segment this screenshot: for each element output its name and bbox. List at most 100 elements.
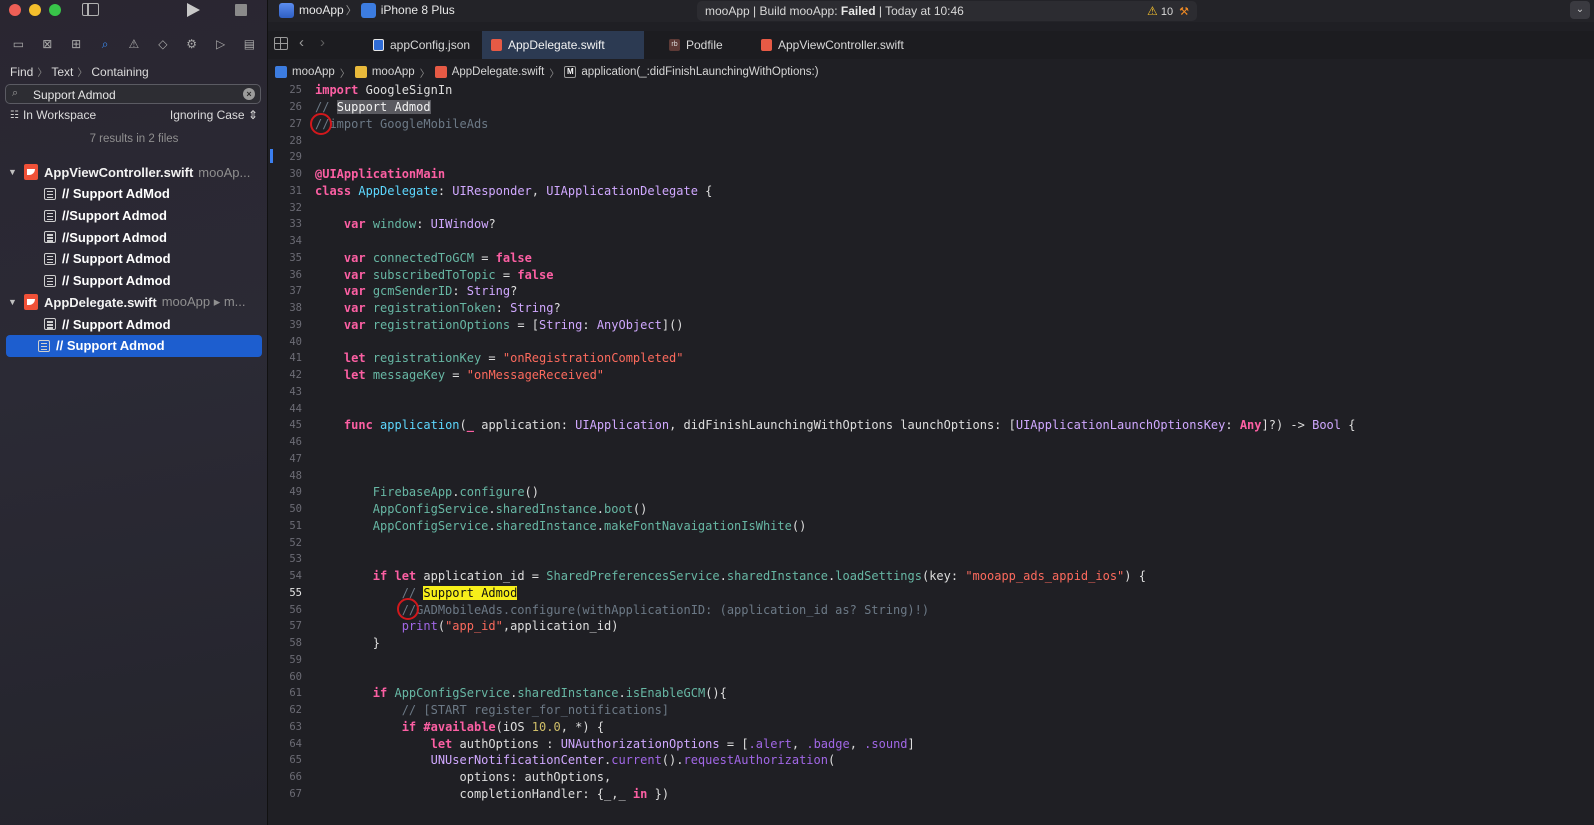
code-line[interactable]: 49 FirebaseApp.configure() [268, 484, 1594, 501]
search-field[interactable]: ⌕ × [5, 84, 261, 104]
sidebar-toggle-icon[interactable] [82, 3, 99, 16]
code-line[interactable]: 37 var gcmSenderID: String? [268, 283, 1594, 300]
symbol-navigator-icon[interactable]: ⊞ [69, 37, 84, 51]
close-window-button[interactable] [9, 4, 21, 16]
code-line[interactable]: 50 AppConfigService.sharedInstance.boot(… [268, 501, 1594, 518]
code-line[interactable]: 52 [268, 534, 1594, 551]
forward-arrow-icon[interactable]: › [320, 34, 325, 51]
search-icon[interactable]: ⌕ [12, 87, 18, 100]
result-match-row[interactable]: // Support Admod [6, 270, 262, 292]
code-line[interactable]: 47 [268, 451, 1594, 468]
code-text: import GoogleSignIn [315, 83, 452, 97]
result-file-row[interactable]: ▼ AppDelegate.swift mooApp ▸ m... [0, 291, 268, 313]
code-line[interactable]: 28 [268, 132, 1594, 149]
case-sensitivity-menu[interactable]: Ignoring Case ⇕ [170, 108, 258, 122]
tab-podfile[interactable]: rb Podfile [660, 31, 746, 59]
code-line[interactable]: 43 [268, 384, 1594, 401]
code-line[interactable]: 66 options: authOptions, [268, 769, 1594, 786]
code-line[interactable]: 33 var window: UIWindow? [268, 216, 1594, 233]
scheme-name[interactable]: mooApp [299, 3, 344, 17]
code-line[interactable]: 64 let authOptions : UNAuthorizationOpti… [268, 735, 1594, 752]
code-line[interactable]: 53 [268, 551, 1594, 568]
code-line[interactable]: 62 // [START register_for_notifications] [268, 702, 1594, 719]
project-navigator-icon[interactable]: ▭ [11, 37, 26, 51]
find-mode-path[interactable]: Find 〉 Text 〉 Containing [10, 64, 149, 79]
code-line[interactable]: 30 @UIApplicationMain [268, 166, 1594, 183]
disclosure-triangle-icon[interactable]: ▼ [8, 297, 20, 307]
code-line[interactable]: 65 UNUserNotificationCenter.current().re… [268, 752, 1594, 769]
code-line[interactable]: 36 var subscribedToTopic = false [268, 266, 1594, 283]
search-input[interactable] [33, 87, 233, 102]
breakpoint-navigator-icon[interactable]: ▷ [213, 37, 228, 51]
jumpbar-item-symbol[interactable]: application(_:didFinishLaunchingWithOpti… [581, 66, 818, 78]
tab-appviewcontroller-swift[interactable]: AppViewController.swift [752, 31, 932, 59]
stop-button[interactable] [235, 4, 247, 16]
code-line[interactable]: 45 func application(_ application: UIApp… [268, 417, 1594, 434]
result-match-row[interactable]: // Support Admod [6, 248, 262, 270]
code-line[interactable]: 34 [268, 233, 1594, 250]
method-call: requestAuthorization [683, 753, 828, 768]
debug-navigator-icon[interactable]: ⚙ [184, 37, 199, 51]
destination-name[interactable]: iPhone 8 Plus [381, 3, 455, 17]
tab-appdelegate-swift[interactable]: AppDelegate.swift [482, 31, 644, 59]
test-navigator-icon[interactable]: ◇ [155, 37, 170, 51]
source-control-navigator-icon[interactable]: ⊠ [40, 37, 55, 51]
report-navigator-icon[interactable]: ▤ [242, 37, 257, 51]
parameter: application: [474, 418, 576, 433]
back-arrow-icon[interactable]: ‹ [299, 34, 304, 51]
result-file-row[interactable]: ▼ AppViewController.swift mooAp... [0, 161, 268, 183]
code-line[interactable]: 39 var registrationOptions = [String: An… [268, 317, 1594, 334]
warnings-badge[interactable]: ⚠ 10 ⚒ [1147, 1, 1189, 22]
clear-search-icon[interactable]: × [243, 88, 255, 100]
code-line[interactable]: 63 if #available(iOS 10.0, *) { [268, 719, 1594, 736]
code-line[interactable]: 48 [268, 467, 1594, 484]
activity-viewer[interactable]: mooApp | Build mooApp: Failed | Today at… [697, 1, 1197, 21]
code-line[interactable]: 31 class AppDelegate: UIResponder, UIAppl… [268, 183, 1594, 200]
result-match-row[interactable]: // Support Admod [6, 313, 262, 335]
code-line[interactable]: 25 import GoogleSignIn [268, 82, 1594, 99]
code-line[interactable]: 61 if AppConfigService.sharedInstance.is… [268, 685, 1594, 702]
run-button[interactable] [187, 3, 200, 17]
search-scope-button[interactable]: ☷ In Workspace [10, 108, 96, 122]
find-navigator-icon[interactable]: ⌕ [98, 37, 113, 51]
code-line[interactable]: 54 if let application_id = SharedPrefere… [268, 568, 1594, 585]
code-line[interactable]: 42 let messageKey = "onMessageReceived" [268, 367, 1594, 384]
zoom-window-button[interactable] [49, 4, 61, 16]
find-mode-label[interactable]: Find [10, 65, 33, 79]
code-line[interactable]: 26 // Support Admod [268, 99, 1594, 116]
chevron-down-icon[interactable]: ⌄ [1570, 1, 1590, 19]
code-line[interactable]: 32 [268, 199, 1594, 216]
code-line[interactable]: 27 //import GoogleMobileAds [268, 112, 1594, 135]
jumpbar-item-project[interactable]: mooApp [292, 66, 335, 78]
code-line[interactable]: 60 [268, 668, 1594, 685]
code-line[interactable]: 41 let registrationKey = "onRegistration… [268, 350, 1594, 367]
code-line[interactable]: 38 var registrationToken: String? [268, 300, 1594, 317]
code-line[interactable]: 59 [268, 652, 1594, 669]
find-type-label[interactable]: Text [51, 65, 73, 79]
result-match-row[interactable]: //Support Admod [6, 226, 262, 248]
code-line[interactable]: 51 AppConfigService.sharedInstance.makeF… [268, 518, 1594, 535]
code-line-current[interactable]: 55 // Support Admod [268, 585, 1594, 602]
code-line[interactable]: 40 [268, 333, 1594, 350]
code-line[interactable]: 56 //GADMobileAds.configure(withApplicat… [268, 598, 1594, 621]
result-match-row-selected[interactable]: // Support Admod [6, 335, 262, 357]
result-match-row[interactable]: // Support AdMod [6, 183, 262, 205]
code-line[interactable]: 67 completionHandler: {_,_ in }) [268, 786, 1594, 803]
jumpbar-item-group[interactable]: mooApp [372, 66, 415, 78]
find-match-label[interactable]: Containing [91, 65, 148, 79]
code-line[interactable]: 29 [268, 149, 1594, 166]
jumpbar-item-file[interactable]: AppDelegate.swift [452, 66, 545, 78]
result-match-row[interactable]: //Support Admod [6, 205, 262, 227]
issue-navigator-icon[interactable]: ⚠ [126, 37, 141, 51]
code-line[interactable]: 44 [268, 400, 1594, 417]
scheme-selector[interactable]: mooApp 〉 iPhone 8 Plus [279, 2, 455, 18]
tab-appconfig-json[interactable]: appConfig.json [364, 31, 482, 59]
code-line[interactable]: 57 print("app_id",application_id) [268, 618, 1594, 635]
code-line[interactable]: 35 var connectedToGCM = false [268, 250, 1594, 267]
disclosure-triangle-icon[interactable]: ▼ [8, 167, 20, 177]
code-line[interactable]: 46 [268, 434, 1594, 451]
related-items-grid-icon[interactable] [274, 37, 288, 50]
code-line[interactable]: 58 } [268, 635, 1594, 652]
minimize-window-button[interactable] [29, 4, 41, 16]
code-editor[interactable]: 25 import GoogleSignIn 26 // Support Admod… [268, 82, 1594, 802]
